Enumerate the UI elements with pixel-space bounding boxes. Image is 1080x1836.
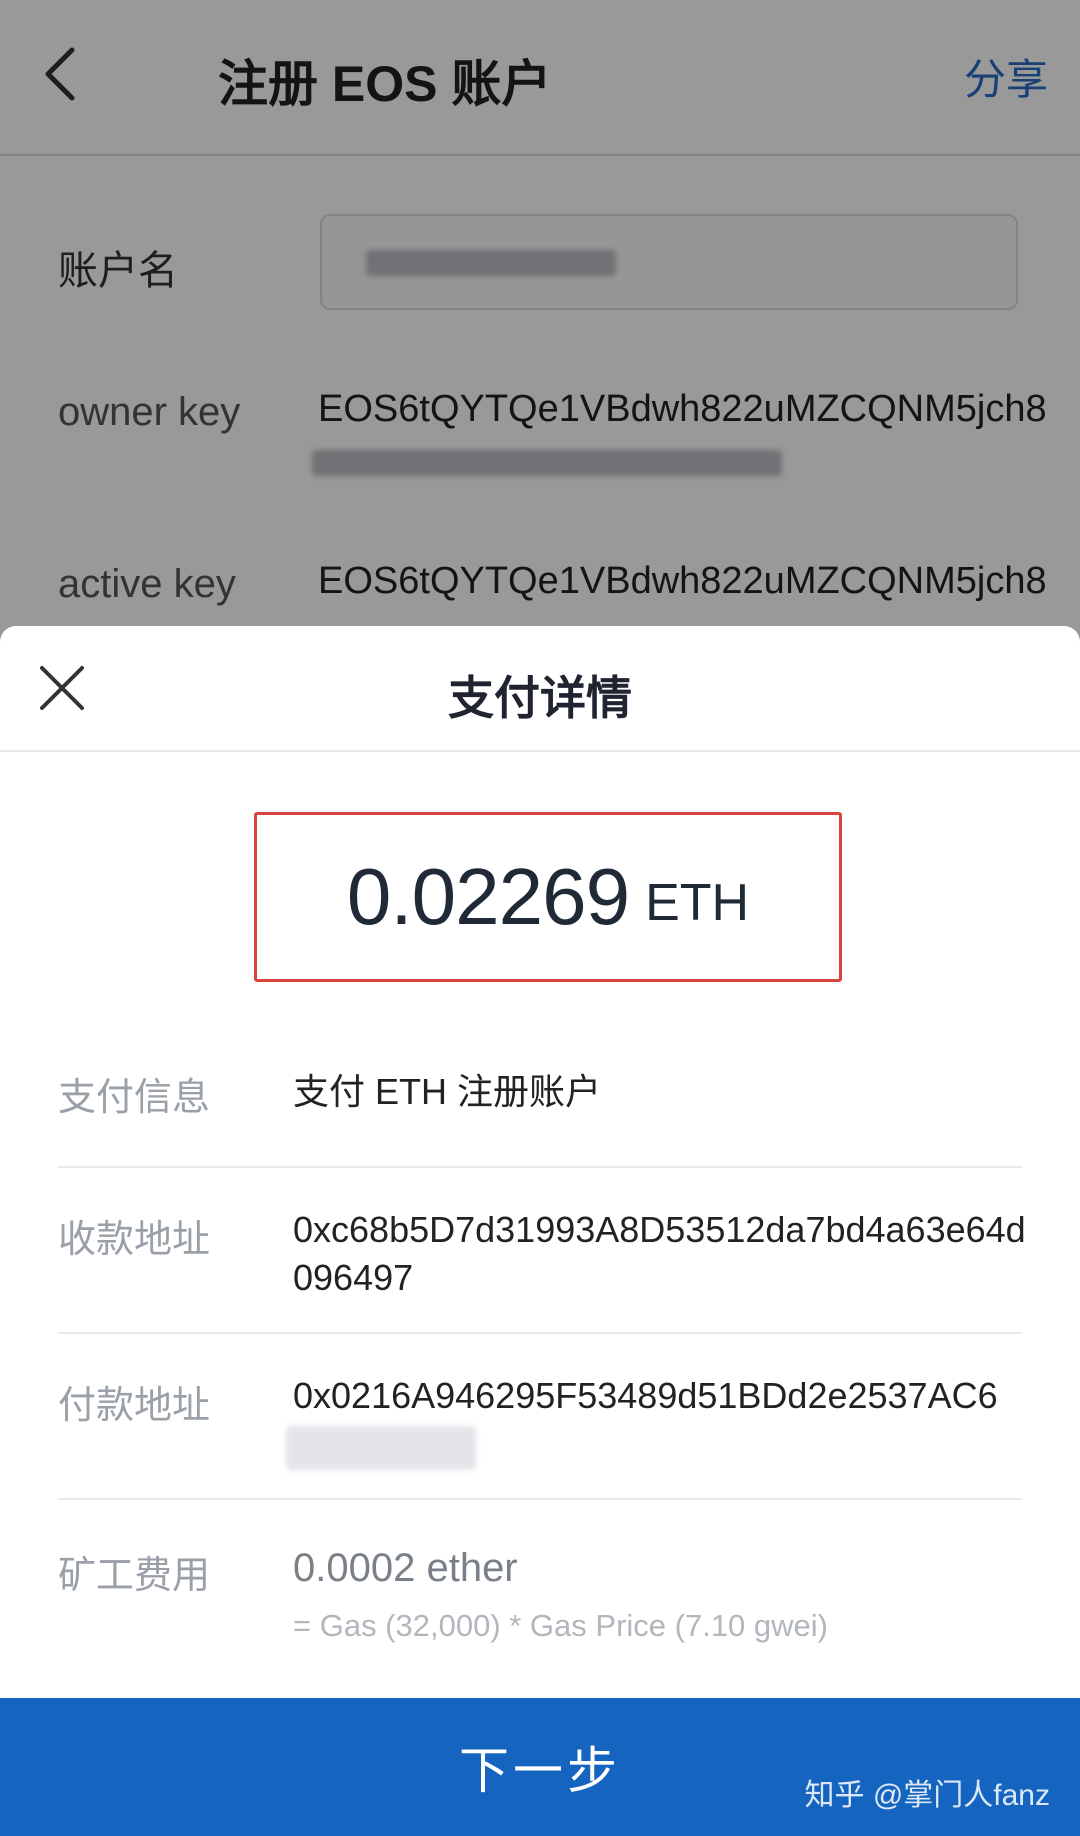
paying-address-value[interactable]: 0x0216A946295F53489d51BDd2e2537AC6 <box>293 1372 1033 1420</box>
miner-fee-value: 0.0002 ether <box>293 1546 518 1590</box>
row-paying-address: 付款地址 0x0216A946295F53489d51BDd2e2537AC6 <box>58 1334 1022 1500</box>
redacted-paying-address <box>286 1426 476 1470</box>
payment-info-value: 支付 ETH 注册账户 <box>293 1071 602 1112</box>
row-receiving-address: 收款地址 0xc68b5D7d31993A8D53512da7bd4a63e64… <box>58 1168 1026 1334</box>
paying-address-label: 付款地址 <box>58 1385 211 1427</box>
payment-info-label: 支付信息 <box>58 1077 211 1119</box>
payment-amount: 0.02269 ETH <box>254 812 842 982</box>
receiving-address-label: 收款地址 <box>58 1219 211 1261</box>
miner-fee-label: 矿工费用 <box>58 1555 211 1597</box>
amount-value: 0.02269 <box>346 852 630 941</box>
next-step-button[interactable]: 下一步 <box>0 1698 1080 1836</box>
miner-fee-formula: = Gas (32,000) * Gas Price (7.10 gwei) <box>293 1608 828 1643</box>
sheet-header: 支付详情 <box>0 626 1080 752</box>
receiving-address-value[interactable]: 0xc68b5D7d31993A8D53512da7bd4a63e64d0964… <box>293 1206 1033 1302</box>
row-miner-fee: 矿工费用 0.0002 ether = Gas (32,000) * Gas P… <box>58 1500 1022 1700</box>
row-payment-info: 支付信息 支付 ETH 注册账户 <box>58 1044 1022 1168</box>
payment-details-sheet: 支付详情 0.02269 ETH 支付信息 支付 ETH 注册账户 收款地址 0… <box>0 626 1080 1836</box>
sheet-title: 支付详情 <box>448 672 632 724</box>
amount-unit: ETH <box>645 874 750 932</box>
watermark: 知乎 @掌门人fanz <box>804 1779 1051 1812</box>
